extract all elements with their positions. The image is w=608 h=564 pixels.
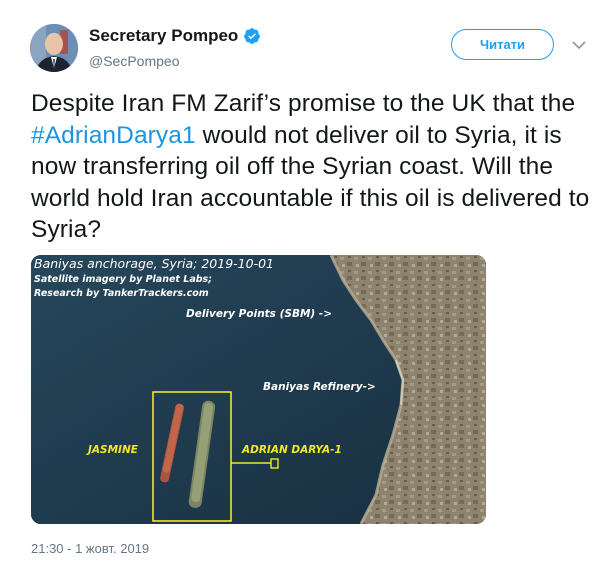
user-name-row[interactable]: Secretary Pompeo bbox=[89, 25, 261, 47]
label-baniyas-refinery: Baniyas Refinery-> bbox=[263, 381, 376, 393]
tweet-media-image[interactable]: Baniyas anchorage, Syria; 2019-10-01 Sat… bbox=[31, 255, 486, 524]
tweet-text-before: Despite Iran FM Zarif’s promise to the U… bbox=[31, 90, 576, 117]
user-handle[interactable]: @SecPompeo bbox=[89, 52, 179, 70]
hashtag-link[interactable]: #AdrianDarya1 bbox=[31, 122, 196, 149]
media-title: Baniyas anchorage, Syria; 2019-10-01 bbox=[34, 256, 275, 271]
label-adrian-darya: ADRIAN DARYA-1 bbox=[242, 444, 342, 456]
display-name[interactable]: Secretary Pompeo bbox=[89, 25, 238, 47]
verified-badge-icon bbox=[244, 28, 261, 44]
label-delivery-points: Delivery Points (SBM) -> bbox=[186, 308, 333, 320]
label-jasmine: JASMINE bbox=[88, 444, 138, 456]
follow-button[interactable]: Читати bbox=[451, 29, 554, 60]
tweet-timestamp[interactable]: 21:30 - 1 жовт. 2019 bbox=[31, 540, 149, 558]
profile-photo bbox=[30, 24, 78, 72]
media-credit-line1: Satellite imagery by Planet Labs; bbox=[34, 274, 212, 285]
media-credit-line2: Research by TankerTrackers.com bbox=[34, 288, 209, 299]
chevron-down-icon[interactable] bbox=[572, 40, 586, 50]
tweet-text: Despite Iran FM Zarif’s promise to the U… bbox=[31, 88, 591, 246]
avatar[interactable] bbox=[30, 24, 78, 72]
